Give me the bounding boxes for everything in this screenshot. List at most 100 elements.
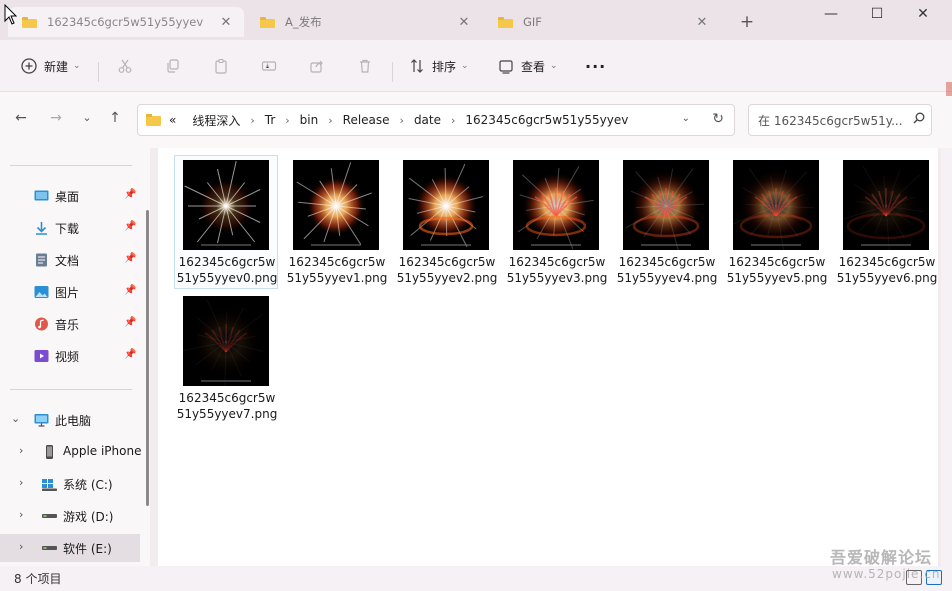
sidebar-scrollbar[interactable] [146, 210, 149, 506]
folder-icon [498, 16, 513, 28]
new-label: 新建 [44, 59, 69, 74]
content-scrollbar[interactable] [941, 148, 952, 566]
file-item[interactable]: 162345c6gcr5w51y55yyev4.png [614, 155, 718, 289]
file-name: 162345c6gcr5w51y55yyev1.png [286, 255, 388, 285]
navigation-bar: ← → ⌄ ↑ « 线程深入 › Tr › bin › Release › da… [0, 92, 952, 148]
new-button[interactable]: 新建 ⌄ [20, 54, 81, 78]
breadcrumb-separator: › [250, 113, 255, 127]
status-bar: 8 个项目 [0, 566, 952, 591]
file-thumbnail [733, 160, 819, 250]
file-item[interactable]: 162345c6gcr5w51y55yyev7.png [174, 291, 278, 425]
forward-button[interactable]: → [46, 108, 66, 128]
breadcrumb-overflow[interactable]: « [169, 113, 176, 127]
view-label: 查看 [521, 59, 546, 74]
file-item[interactable]: 162345c6gcr5w51y55yyev2.png [394, 155, 498, 289]
sidebar-divider [10, 165, 132, 166]
file-thumbnail [403, 160, 489, 250]
cut-button[interactable] [116, 54, 140, 78]
close-tab-icon[interactable]: ✕ [456, 15, 472, 30]
navigation-pane: 桌面 📌 下载 📌 文档 📌 图片 📌 音乐 📌 视频 📌 ⌄ 此电脑 › Ap… [0, 148, 150, 566]
close-tab-icon[interactable]: ✕ [218, 15, 234, 30]
picture-icon [34, 286, 49, 298]
pin-icon[interactable]: 📌 [124, 317, 136, 328]
sort-button[interactable]: 排序 ⌄ [408, 54, 469, 78]
breadcrumb-item[interactable]: bin [300, 113, 319, 127]
sidebar-item-videos[interactable]: 视频 📌 [0, 342, 140, 370]
refresh-icon[interactable]: ↻ [712, 111, 724, 127]
file-thumbnail [183, 296, 269, 386]
paste-button[interactable] [212, 54, 236, 78]
chevron-right-icon[interactable]: › [19, 444, 23, 457]
breadcrumb-item[interactable]: Tr [265, 113, 276, 127]
recent-locations-button[interactable]: ⌄ [77, 108, 97, 128]
search-input[interactable]: 在 162345c6gcr5w51y... [748, 104, 932, 136]
file-item[interactable]: 162345c6gcr5w51y55yyev5.png [724, 155, 828, 289]
search-icon[interactable] [907, 112, 931, 128]
copy-button[interactable] [164, 54, 188, 78]
file-item[interactable]: 162345c6gcr5w51y55yyev3.png [504, 155, 608, 289]
view-icon [497, 57, 515, 75]
search-placeholder: 在 162345c6gcr5w51y... [758, 113, 903, 128]
watermark-text: 吾爱破解论坛 [830, 548, 933, 567]
view-button[interactable]: 查看 ⌄ [497, 54, 558, 78]
trash-icon [356, 57, 374, 75]
file-name: 162345c6gcr5w51y55yyev3.png [506, 255, 608, 285]
breadcrumb-item[interactable]: date [414, 113, 441, 127]
file-thumbnail [183, 160, 269, 250]
sidebar-item-desktop[interactable]: 桌面 📌 [0, 182, 140, 210]
breadcrumb-item[interactable]: 线程深入 [192, 112, 240, 129]
tab-gif[interactable]: GIF ✕ [484, 7, 720, 37]
sidebar-item-documents[interactable]: 文档 📌 [0, 246, 140, 274]
pin-icon[interactable]: 📌 [124, 285, 136, 296]
pin-icon[interactable]: 📌 [124, 349, 136, 360]
pin-icon[interactable]: 📌 [124, 253, 136, 264]
address-bar[interactable]: « 线程深入 › Tr › bin › Release › date › 162… [137, 104, 735, 136]
chevron-down-icon[interactable]: ⌄ [682, 113, 690, 124]
file-item[interactable]: 162345c6gcr5w51y55yyev6.png [834, 155, 938, 289]
sidebar-item-drive-e[interactable]: › 软件 (E:) [0, 534, 140, 562]
sidebar-divider [10, 389, 132, 390]
tab-a-publish[interactable]: A_发布 ✕ [246, 7, 482, 37]
sidebar-item-drive-d[interactable]: › 游戏 (D:) [0, 502, 140, 530]
chevron-down-icon[interactable]: ⌄ [11, 412, 20, 425]
chevron-right-icon[interactable]: › [19, 540, 23, 553]
maximize-button[interactable]: ☐ [854, 0, 900, 30]
sidebar-item-drive-c[interactable]: › 系统 (C:) [0, 470, 140, 498]
toolbar-divider [98, 62, 99, 82]
breadcrumb-item-current[interactable]: 162345c6gcr5w51y55yyev [465, 113, 628, 127]
toolbar-divider [392, 62, 393, 82]
pin-icon[interactable]: 📌 [124, 221, 136, 232]
tab-title: 162345c6gcr5w51y55yyev [47, 15, 204, 29]
folder-icon [146, 114, 161, 126]
breadcrumb-item[interactable]: Release [343, 113, 390, 127]
close-tab-icon[interactable]: ✕ [694, 15, 710, 30]
sidebar-item-this-pc[interactable]: ⌄ 此电脑 [0, 406, 140, 434]
sidebar-item-music[interactable]: 音乐 📌 [0, 310, 140, 338]
chevron-down-icon: ⌄ [550, 61, 558, 71]
chevron-right-icon[interactable]: › [19, 476, 23, 489]
sidebar-item-downloads[interactable]: 下载 📌 [0, 214, 140, 242]
more-options-button[interactable]: ··· [585, 54, 606, 78]
close-window-button[interactable]: ✕ [900, 0, 946, 30]
copy-icon [164, 57, 182, 75]
file-thumbnail [843, 160, 929, 250]
tab-current-folder[interactable]: 162345c6gcr5w51y55yyev ✕ [8, 7, 244, 37]
share-button[interactable] [308, 54, 332, 78]
back-button[interactable]: ← [11, 108, 31, 128]
file-name: 162345c6gcr5w51y55yyev5.png [726, 255, 828, 285]
document-icon [36, 253, 47, 267]
new-tab-button[interactable]: + [736, 11, 758, 33]
file-item[interactable]: 162345c6gcr5w51y55yyev0.png [174, 155, 278, 289]
sidebar-item-pictures[interactable]: 图片 📌 [0, 278, 140, 306]
rename-button[interactable] [260, 54, 284, 78]
chevron-right-icon[interactable]: › [19, 508, 23, 521]
breadcrumb-separator: › [399, 113, 404, 127]
up-button[interactable]: ↑ [105, 108, 125, 128]
minimize-button[interactable]: — [808, 0, 854, 30]
chevron-down-icon: ⌄ [461, 61, 469, 71]
sidebar-item-apple-iphone[interactable]: › Apple iPhone [0, 438, 141, 466]
file-name: 162345c6gcr5w51y55yyev4.png [616, 255, 718, 285]
file-item[interactable]: 162345c6gcr5w51y55yyev1.png [284, 155, 388, 289]
delete-button[interactable] [356, 54, 380, 78]
pin-icon[interactable]: 📌 [124, 189, 136, 200]
